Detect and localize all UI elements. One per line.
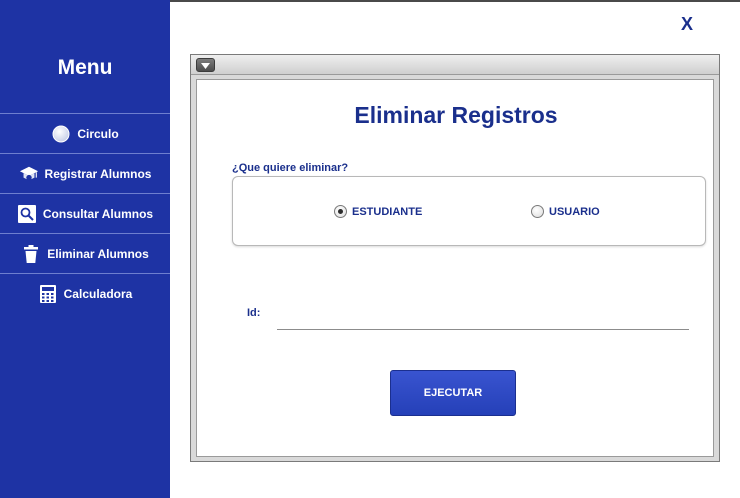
sidebar-item-label: Circulo <box>77 126 119 141</box>
sidebar-item-eliminar-alumnos[interactable]: Eliminar Alumnos <box>0 234 170 274</box>
radio-group: ESTUDIANTE USUARIO <box>232 176 706 246</box>
sidebar-item-calculadora[interactable]: Calculadora <box>0 274 170 314</box>
sidebar-item-circulo[interactable]: Circulo <box>0 114 170 154</box>
sidebar-item-label: Calculadora <box>63 287 133 301</box>
execute-button[interactable]: EJECUTAR <box>390 370 516 416</box>
sidebar-item-label: Eliminar Alumnos <box>47 246 149 261</box>
sidebar: Menu Circulo Registrar Alumnos Consultar… <box>0 0 170 498</box>
trash-icon <box>21 244 41 264</box>
radio-label: ESTUDIANTE <box>352 205 423 218</box>
radio-indicator-selected <box>334 205 347 218</box>
frame-menu-button[interactable] <box>196 58 215 72</box>
form-panel: Eliminar Registros ¿Que quiere eliminar?… <box>196 79 714 457</box>
question-label: ¿Que quiere eliminar? <box>232 162 349 174</box>
radio-label: USUARIO <box>549 205 600 218</box>
graduation-cap-icon <box>19 164 39 184</box>
circle-icon <box>51 124 71 144</box>
radio-estudiante[interactable]: ESTUDIANTE <box>334 205 422 218</box>
id-label: Id: <box>247 307 261 319</box>
sidebar-item-registrar-alumnos[interactable]: Registrar Alumnos <box>0 154 170 194</box>
menu-title: Menu <box>57 56 113 79</box>
menu-list: Circulo Registrar Alumnos Consultar Alum… <box>0 113 170 314</box>
close-button[interactable]: X <box>681 14 693 35</box>
radio-indicator <box>531 205 544 218</box>
chevron-down-icon <box>201 56 210 74</box>
internal-frame: Eliminar Registros ¿Que quiere eliminar?… <box>190 54 720 462</box>
sidebar-item-label: Registrar Alumnos <box>44 166 152 181</box>
calculator-icon <box>38 284 58 304</box>
radio-usuario[interactable]: USUARIO <box>531 205 600 218</box>
sidebar-item-consultar-alumnos[interactable]: Consultar Alumnos <box>0 194 170 234</box>
frame-title-bar <box>191 55 719 75</box>
search-icon <box>17 204 37 224</box>
id-input[interactable] <box>277 296 689 330</box>
page-title: Eliminar Registros <box>354 102 558 128</box>
sidebar-item-label: Consultar Alumnos <box>42 206 154 221</box>
